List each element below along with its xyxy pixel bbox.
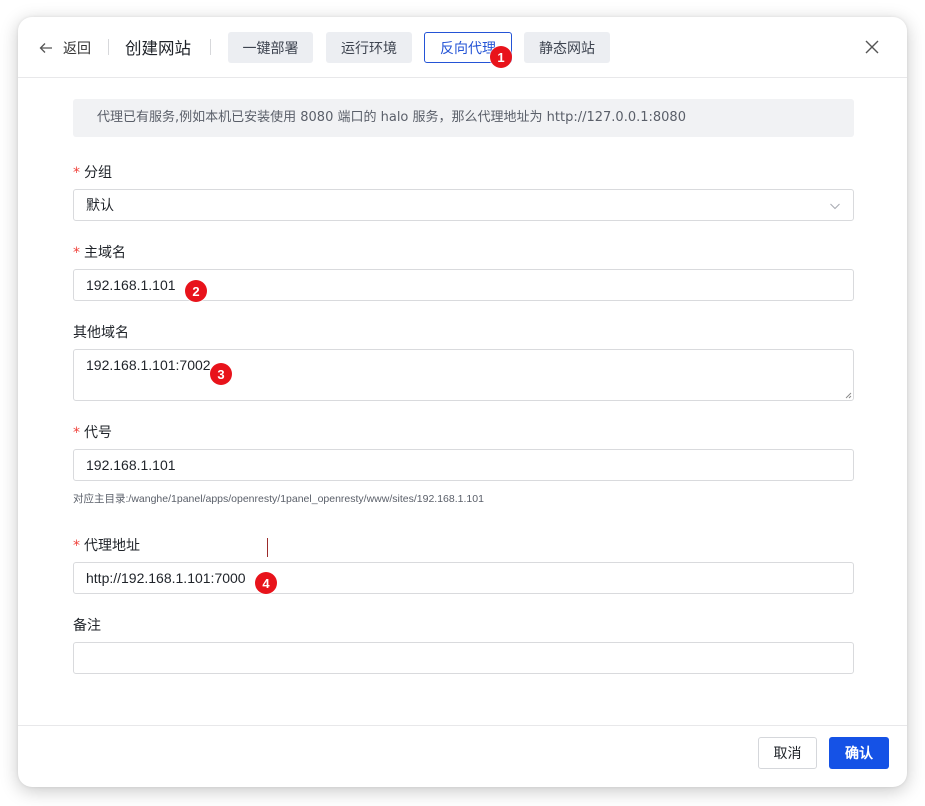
alias-hint: 对应主目录:/wanghe/1panel/apps/openresty/1pan… [73, 493, 484, 505]
group-select-value: 默认 [86, 197, 114, 213]
info-alert: 代理已有服务,例如本机已安装使用 8080 端口的 halo 服务，那么代理地址… [73, 99, 854, 137]
group-select[interactable]: 默认 [73, 189, 854, 221]
dialog-title: 创建网站 [125, 39, 191, 58]
group-label-text: 分组 [84, 165, 112, 181]
required-mark: * [73, 165, 80, 181]
remark-label: 备注 [73, 618, 101, 634]
other-domains-value: 192.168.1.101:7002 [86, 357, 211, 373]
divider [108, 39, 109, 55]
other-domains-textarea[interactable]: 192.168.1.101:7002 [73, 349, 854, 401]
cancel-button[interactable]: 取消 [758, 737, 817, 769]
tab-runtime[interactable]: 运行环境 [326, 32, 412, 63]
remark-input[interactable] [73, 642, 854, 674]
divider [210, 39, 211, 55]
back-button[interactable]: 返回 [38, 38, 91, 58]
alias-input[interactable]: 192.168.1.101 [73, 449, 854, 481]
alias-label-text: 代号 [84, 425, 112, 441]
close-icon[interactable] [864, 39, 880, 55]
other-domains-label: 其他域名 [73, 325, 129, 341]
required-mark: * [73, 538, 80, 554]
confirm-button[interactable]: 确认 [829, 737, 889, 769]
annotation-marker-2: 2 [185, 280, 207, 302]
annotation-marker-3: 3 [210, 363, 232, 385]
chevron-down-icon [830, 203, 840, 210]
alias-value: 192.168.1.101 [86, 457, 176, 473]
proxy-address-input[interactable]: http://192.168.1.101:7000 [73, 562, 854, 594]
tab-one-click-deploy[interactable]: 一键部署 [228, 32, 313, 63]
required-mark: * [73, 245, 80, 261]
annotation-marker-1: 1 [490, 46, 512, 68]
proxy-address-label: * 代理地址 [73, 535, 140, 555]
arrow-left-icon [39, 43, 52, 53]
group-label: * 分组 [73, 162, 112, 182]
resize-grip-icon[interactable] [844, 391, 852, 399]
annotation-marker-4: 4 [255, 572, 277, 594]
primary-domain-value: 192.168.1.101 [86, 277, 176, 293]
tab-static-site[interactable]: 静态网站 [524, 32, 610, 63]
alias-label: * 代号 [73, 422, 112, 442]
primary-domain-label-text: 主域名 [84, 245, 126, 261]
create-website-dialog: 返回 创建网站 一键部署 运行环境 反向代理 静态网站 1 代理已有服务,例如本… [18, 17, 907, 787]
proxy-address-value: http://192.168.1.101:7000 [86, 570, 246, 586]
dialog-footer: 取消 确认 [18, 725, 907, 787]
dialog-header: 返回 创建网站 一键部署 运行环境 反向代理 静态网站 [18, 17, 907, 78]
text-cursor [267, 538, 268, 557]
back-label: 返回 [63, 41, 91, 57]
primary-domain-label: * 主域名 [73, 242, 126, 262]
required-mark: * [73, 425, 80, 441]
proxy-address-label-text: 代理地址 [84, 538, 140, 554]
